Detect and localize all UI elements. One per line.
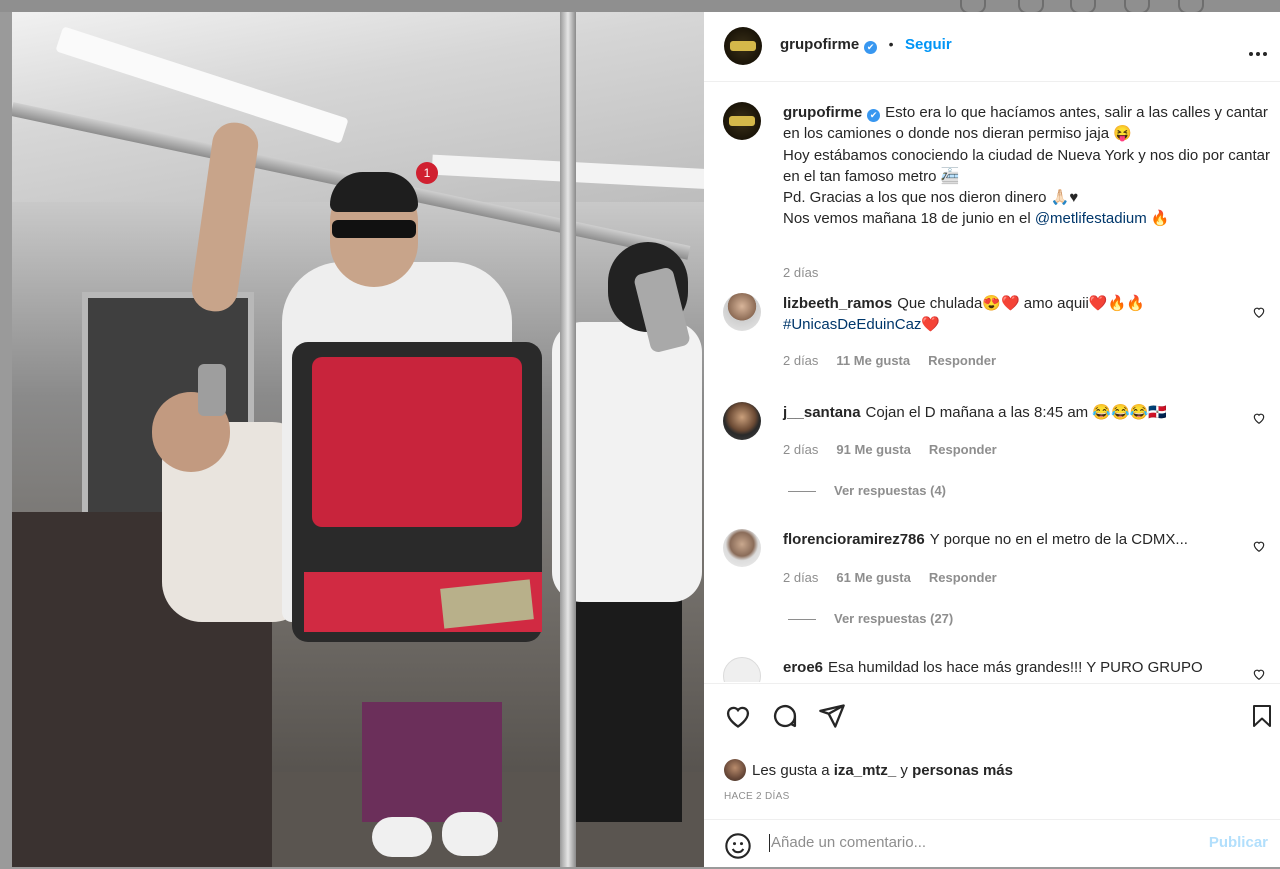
comment-meta: 2 días 11 Me gusta Responder: [783, 353, 996, 368]
comment-body-suffix: ❤️: [921, 316, 941, 333]
sneaker: [372, 817, 432, 857]
comment-meta: 2 días 61 Me gusta Responder: [783, 570, 997, 585]
performer-pants: [362, 702, 502, 822]
comment-time[interactable]: 2 días: [783, 570, 818, 585]
verified-badge-icon: ✔: [867, 109, 881, 122]
comment-likes[interactable]: 11 Me gusta: [836, 353, 910, 368]
comment-text: j__santana Cojan el D mañana a las 8:45 a…: [783, 402, 1223, 423]
emoji-icon[interactable]: [724, 832, 752, 860]
post-details-panel: grupofirme ✔ • Seguir grupofirme ✔ Esto era…: [704, 12, 1280, 867]
add-comment-form: Añade un comentario... Publicar: [704, 819, 1280, 869]
comment-body: Que chulada😍❤️ amo aquii❤️🔥🔥: [897, 295, 1145, 312]
comment-item: lizbeeth_ramos Que chulada😍❤️ amo aquii❤️…: [723, 293, 1273, 383]
caption-line4: Nos vemos mañana 18 de junio en el: [783, 210, 1035, 228]
commenter-username[interactable]: eroe6: [783, 659, 823, 676]
post-actions: Les gusta a iza_mtz_ y personas más HACE…: [704, 683, 1280, 868]
caption-author-avatar[interactable]: [723, 102, 761, 140]
share-paper-plane-icon[interactable]: [818, 702, 846, 730]
post-header: grupofirme ✔ • Seguir: [704, 12, 1280, 82]
likes-summary[interactable]: Les gusta a iza_mtz_ y personas más: [724, 759, 1013, 781]
caption-time[interactable]: 2 días: [783, 265, 818, 280]
view-replies-button[interactable]: Ver respuestas (27): [783, 611, 953, 626]
comment-likes[interactable]: 61 Me gusta: [836, 570, 910, 585]
replies-line: [788, 491, 816, 493]
comment-text: eroe6 Esa humildad los hace más grandes!!…: [783, 657, 1243, 678]
performer-hair: [330, 172, 418, 212]
likes-prefix: Les gusta a: [752, 762, 834, 779]
comment-meta: 2 días 91 Me gusta Responder: [783, 442, 997, 457]
commenter-avatar[interactable]: [723, 402, 761, 440]
subway-pole: [560, 12, 576, 867]
more-options-icon[interactable]: [1249, 43, 1270, 61]
text-caret: [769, 834, 770, 852]
publish-comment-button[interactable]: Publicar: [1209, 834, 1268, 851]
commenter-username[interactable]: florencioramirez786: [783, 531, 925, 548]
reply-button[interactable]: Responder: [929, 442, 997, 457]
likes-mid: y: [896, 762, 913, 779]
comment-body: Esa humildad los hace más grandes!!! Y P…: [828, 659, 1203, 676]
caption-username[interactable]: grupofirme: [783, 104, 862, 121]
view-replies-label[interactable]: Ver respuestas (4): [834, 483, 946, 498]
caption-text: grupofirme ✔ Esto era lo que hacíamos ante…: [783, 102, 1273, 230]
replies-line: [788, 619, 816, 621]
comment-likes[interactable]: 91 Me gusta: [836, 442, 910, 457]
comment-input[interactable]: Añade un comentario...: [771, 834, 926, 851]
save-bookmark-icon[interactable]: [1250, 702, 1274, 730]
liker-username[interactable]: iza_mtz_: [834, 762, 897, 779]
reply-button[interactable]: Responder: [929, 570, 997, 585]
commenter-username[interactable]: lizbeeth_ramos: [783, 295, 892, 312]
author-row: grupofirme ✔ • Seguir: [780, 36, 952, 54]
caption-line4-end: 🔥: [1146, 210, 1170, 228]
comment-body: Y porque no en el metro de la CDMX...: [929, 531, 1188, 548]
view-replies-button[interactable]: Ver respuestas (4): [783, 483, 946, 498]
other-likers[interactable]: personas más: [912, 762, 1013, 779]
comment-item: eroe6 Esa humildad los hace más grandes!!…: [723, 657, 1273, 682]
comment-like-heart-icon[interactable]: [1252, 539, 1266, 553]
case-lid-lining: [312, 357, 522, 527]
comment-text: florencioramirez786 Y porque no en el met…: [783, 529, 1223, 550]
comment-text: lizbeeth_ramos Que chulada😍❤️ amo aquii❤️…: [783, 293, 1223, 335]
comment-time[interactable]: 2 días: [783, 442, 818, 457]
follow-button[interactable]: Seguir: [905, 36, 952, 53]
sneaker: [442, 812, 498, 856]
passenger-phone: [198, 364, 226, 416]
liker-avatar: [724, 759, 746, 781]
mention-link[interactable]: @metlifestadium: [1035, 210, 1147, 227]
sunglasses: [332, 220, 416, 238]
caption-line3: Pd. Gracias a los que nos dieron dinero …: [783, 189, 1079, 207]
author-avatar[interactable]: [724, 27, 762, 65]
comment-time[interactable]: 2 días: [783, 353, 818, 368]
comment-item: j__santana Cojan el D mañana a las 8:45 a…: [723, 402, 1273, 512]
passenger-pants: [572, 592, 682, 822]
post-media-video[interactable]: 1: [12, 12, 704, 867]
separator-dot: •: [888, 36, 894, 52]
commenter-username[interactable]: j__santana: [783, 404, 861, 421]
commenter-avatar[interactable]: [723, 293, 761, 331]
line-sign: 1: [416, 162, 438, 184]
comment-like-heart-icon[interactable]: [1252, 667, 1266, 681]
comment-bubble-icon[interactable]: [771, 702, 799, 730]
comment-body: Cojan el D mañana a las 8:45 am 😂😂😂🇩🇴: [865, 404, 1168, 421]
comment-like-heart-icon[interactable]: [1252, 305, 1266, 319]
caption-line2: Hoy estábamos conociendo la ciudad de Nu…: [783, 146, 1270, 185]
author-username[interactable]: grupofirme: [780, 36, 859, 53]
comments-scroll-area[interactable]: grupofirme ✔ Esto era lo que hacíamos ante…: [704, 82, 1280, 682]
comment-item: florencioramirez786 Y porque no en el met…: [723, 529, 1273, 639]
commenter-avatar[interactable]: [723, 657, 761, 682]
post-timestamp[interactable]: HACE 2 DÍAS: [724, 791, 790, 802]
view-replies-label[interactable]: Ver respuestas (27): [834, 611, 953, 626]
commenter-avatar[interactable]: [723, 529, 761, 567]
hashtag-link[interactable]: #UnicasDeEduinCaz: [783, 316, 921, 333]
verified-badge-icon: ✔: [864, 41, 878, 54]
comment-like-heart-icon[interactable]: [1252, 411, 1266, 425]
reply-button[interactable]: Responder: [928, 353, 996, 368]
like-heart-icon[interactable]: [724, 702, 752, 730]
background-nav-strip: [0, 0, 1280, 14]
